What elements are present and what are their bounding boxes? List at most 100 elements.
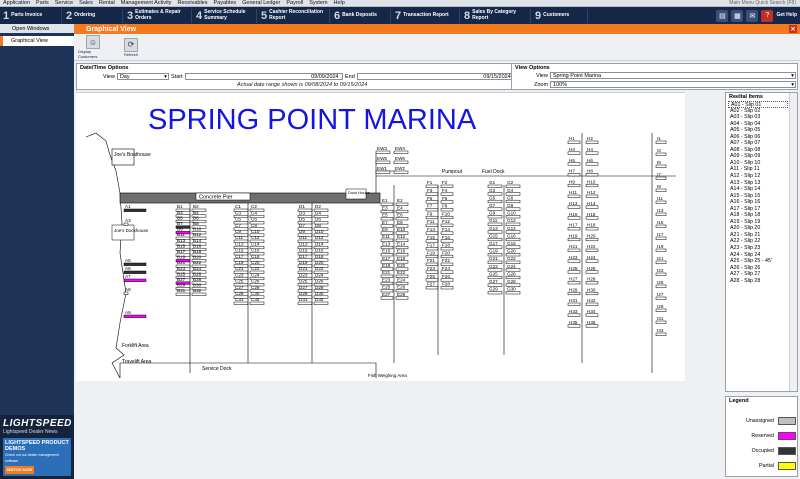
mail-icon[interactable]: ✉ [746, 9, 759, 22]
slip-h29[interactable] [567, 291, 581, 296]
step-customers[interactable]: 9 Customers [532, 8, 588, 23]
get-help-label[interactable]: Get Help [776, 12, 797, 19]
slip-ew2[interactable] [393, 170, 409, 174]
view-select[interactable]: Day ▾ [116, 73, 169, 80]
step-transaction-report[interactable]: 7 Transaction Report [392, 8, 460, 23]
calculator-icon[interactable]: ▦ [731, 9, 744, 22]
print-icon[interactable]: ▤ [716, 9, 729, 22]
reeltal-scrollbar[interactable] [789, 93, 797, 391]
menu-sales[interactable]: Sales [76, 0, 96, 6]
step-service-schedule-summary[interactable]: 4 Service Schedule Summary [193, 8, 257, 23]
menu-application[interactable]: Application [0, 0, 33, 6]
slip-f28[interactable] [440, 286, 454, 290]
slip-i33[interactable] [655, 332, 667, 336]
slip-i13[interactable] [655, 212, 667, 216]
slip-i1[interactable] [655, 140, 667, 144]
slip-i11[interactable] [655, 200, 667, 204]
slip-i7[interactable] [655, 176, 667, 180]
slip-c32[interactable] [249, 301, 265, 305]
zoom-select[interactable]: 100% ▾ [550, 81, 797, 88]
slip-h6[interactable] [585, 162, 599, 166]
slip-i17[interactable] [655, 236, 667, 240]
slip-g29[interactable] [487, 291, 503, 295]
slip-h2[interactable] [585, 140, 599, 144]
slip-ew3[interactable] [375, 150, 391, 154]
slip-h20[interactable] [585, 237, 599, 242]
step-estimates-repair-orders[interactable]: 3 Estimates & Repair Orders [124, 8, 192, 23]
slip-ew6[interactable] [393, 160, 409, 164]
refresh-button[interactable]: ⟳ Refresh [116, 37, 146, 57]
menu-management-activity[interactable]: Management Activity [118, 0, 175, 6]
slip-h12[interactable] [585, 194, 599, 198]
slip-i3[interactable] [655, 152, 667, 156]
slip-i23[interactable] [655, 272, 667, 276]
slip-h28[interactable] [585, 281, 599, 285]
slip-h35[interactable] [567, 324, 581, 328]
slip-i21[interactable] [655, 260, 667, 264]
slip-h30[interactable] [585, 291, 599, 296]
slip-ew5[interactable] [375, 160, 391, 164]
slip-h16[interactable] [585, 216, 599, 220]
slip-h15[interactable] [567, 216, 581, 220]
slip-ew1[interactable] [375, 170, 391, 174]
menu-receivables[interactable]: Receivables [175, 0, 211, 6]
slip-h36[interactable] [585, 324, 599, 328]
slip-h10[interactable] [585, 183, 599, 188]
step-sales-by-category-report[interactable]: 8 Sales By Category Report [461, 8, 531, 23]
help-icon[interactable]: ? [761, 9, 774, 22]
slip-a1[interactable] [123, 208, 147, 212]
slip-h32[interactable] [585, 302, 599, 306]
slip-a6[interactable] [123, 270, 147, 274]
slip-h27[interactable] [567, 281, 581, 285]
slip-h14[interactable] [585, 205, 599, 209]
slip-h1[interactable] [567, 140, 581, 144]
step-parts-invoice[interactable]: 1 Parts Invoice [0, 8, 62, 23]
slip-h17[interactable] [567, 227, 581, 231]
slip-a7[interactable] [123, 278, 147, 282]
menu-system[interactable]: System [306, 0, 330, 6]
slip-h24[interactable] [585, 259, 599, 263]
slip-i25[interactable] [655, 284, 667, 288]
slip-a3[interactable] [123, 222, 129, 226]
slip-h4[interactable] [585, 151, 599, 155]
slip-h31[interactable] [567, 302, 581, 306]
slip-h7[interactable] [567, 173, 581, 177]
slip-a9[interactable] [123, 314, 147, 318]
menu-general-ledger[interactable]: General Ledger [239, 0, 283, 6]
start-date-input[interactable]: 09/09/2024 [184, 73, 343, 80]
step-ordering[interactable]: 2 Ordering [63, 8, 123, 23]
menu-payables[interactable]: Payables [211, 0, 240, 6]
slip-h18[interactable] [585, 227, 599, 231]
slip-c31[interactable] [233, 301, 249, 305]
slip-f27[interactable] [425, 286, 439, 290]
menu-help[interactable]: Help [331, 0, 348, 6]
promo-ad[interactable]: LIGHTSPEED PRODUCT DEMOS Check out our d… [3, 438, 71, 476]
watch-now-button[interactable]: WATCH NOW [5, 466, 35, 474]
slip-i29[interactable] [655, 308, 667, 312]
menu-parts[interactable]: Parts [33, 0, 52, 6]
menu-rental[interactable]: Rental [96, 0, 118, 6]
slip-h3[interactable] [567, 151, 581, 155]
slip-d31[interactable] [297, 301, 313, 305]
slip-h11[interactable] [567, 194, 581, 198]
reeltal-item[interactable]: A28 - Slip 28 [728, 278, 788, 285]
slip-h23[interactable] [567, 259, 581, 263]
slip-h26[interactable] [585, 270, 599, 274]
display-customers-button[interactable]: ☺ Display Customers [78, 35, 108, 59]
slip-h21[interactable] [567, 248, 581, 252]
slip-h34[interactable] [585, 313, 599, 317]
menu-payroll[interactable]: Payroll [283, 0, 306, 6]
slip-b32[interactable] [191, 292, 207, 296]
slip-h33[interactable] [567, 313, 581, 317]
sidebar-item-graphical-view[interactable]: Graphical View [0, 36, 74, 46]
end-date-input[interactable]: 09/15/2024 [356, 73, 515, 80]
slip-i9[interactable] [655, 188, 667, 192]
step-cashier-reconciliation-report[interactable]: 5 Cashier Reconciliation Report [258, 8, 330, 23]
slip-d32[interactable] [313, 301, 329, 305]
slip-h25[interactable] [567, 270, 581, 274]
slip-a8[interactable] [123, 291, 129, 295]
map-view-select[interactable]: Spring Point Marina ▾ [549, 72, 796, 79]
step-bank-deposits[interactable]: 6 Bank Deposits [331, 8, 391, 23]
close-icon[interactable]: ✕ [789, 25, 797, 33]
slip-b31[interactable] [175, 292, 191, 296]
